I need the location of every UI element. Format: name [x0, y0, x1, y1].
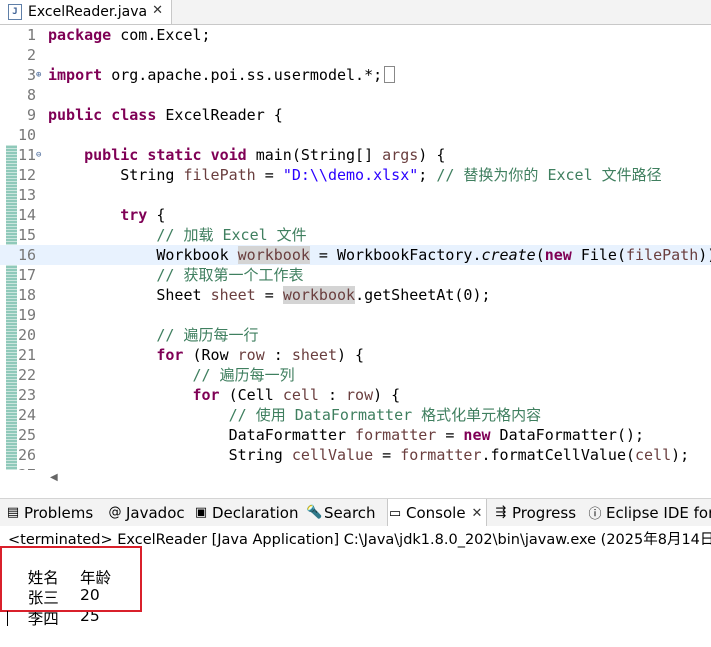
line-number: 16 [17, 246, 36, 264]
code-text: // 遍历每一列 [192, 366, 295, 384]
code-text: DataFormatter formatter = new DataFormat… [48, 426, 645, 444]
tab-eclipse-ide[interactable]: ⓘ Eclipse IDE for [588, 499, 711, 526]
line-number: 10 [17, 126, 36, 144]
tab-javadoc[interactable]: @ Javadoc [108, 499, 185, 526]
line-number: 20 [17, 326, 36, 344]
console-caret [7, 611, 8, 626]
close-icon[interactable]: ✕ [152, 3, 163, 18]
code-line[interactable]: 9 public class ExcelReader { [0, 105, 711, 125]
line-number: 2 [26, 46, 36, 64]
code-text: // 获取第一个工作表 [156, 266, 304, 284]
line-number: 15 [17, 226, 36, 244]
editor-horizontal-scrollbar[interactable]: ◀ [0, 470, 711, 487]
code-line[interactable]: 19 [0, 305, 711, 325]
output-highlight-box [0, 546, 142, 612]
code-text: Sheet sheet = workbook.getSheetAt(0); [48, 286, 491, 304]
tab-label: Javadoc [126, 503, 185, 522]
tab-label: Eclipse IDE for [606, 503, 711, 522]
search-icon: 🔦 [306, 505, 323, 520]
code-line[interactable]: 12 String filePath = "D:\\demo.xlsx"; //… [0, 165, 711, 185]
views-tab-bar: ▤ Problems @ Javadoc ▣ Declaration 🔦 Search ▭ Con… [0, 498, 711, 527]
tab-search[interactable]: 🔦 Search [306, 499, 376, 526]
line-number: 18 [17, 286, 36, 304]
line-number: 21 [17, 346, 36, 364]
code-text: String filePath = "D:\\demo.xlsx"; // 替换… [48, 166, 662, 184]
line-number: 25 [17, 426, 36, 444]
code-line[interactable]: 14 try { [0, 205, 711, 225]
javadoc-icon: @ [108, 505, 122, 520]
code-line[interactable]: 8 [0, 85, 711, 105]
output-cell: 李四 [27, 610, 59, 628]
code-text: package com.Excel; [48, 26, 211, 44]
scroll-left-arrow-icon[interactable]: ◀ [50, 472, 58, 483]
code-text: public static void main(String[] args) { [84, 146, 446, 164]
line-number: 8 [26, 86, 36, 104]
info-icon: ⓘ [588, 507, 602, 522]
tab-declaration[interactable]: ▣ Declaration [194, 499, 299, 526]
code-line[interactable]: 15 // 加载 Excel 文件 [0, 225, 711, 245]
close-icon[interactable]: ✕ [472, 506, 483, 521]
code-line[interactable]: 20 // 遍历每一行 [0, 325, 711, 345]
line-number: 13 [17, 186, 36, 204]
code-line[interactable]: 2 [0, 45, 711, 65]
editor-tab-excelreader[interactable]: J ExcelReader.java ✕ [0, 0, 172, 24]
code-text: import org.apache.poi.ss.usermodel.*; [48, 65, 396, 85]
code-text: for (Cell cell : row) { [192, 386, 401, 404]
code-line[interactable]: 3 ⊕ import org.apache.poi.ss.usermodel.*; [0, 65, 711, 85]
fold-collapse-icon[interactable]: ⊖ [36, 145, 46, 165]
line-number: 12 [17, 166, 36, 184]
tab-label: Problems [24, 503, 94, 522]
tab-problems[interactable]: ▤ Problems [6, 499, 93, 526]
code-text: public class ExcelReader { [48, 106, 283, 124]
line-number: 19 [17, 306, 36, 324]
line-number: 24 [17, 406, 36, 424]
line-number: 14 [17, 206, 36, 224]
declaration-icon: ▣ [194, 505, 208, 520]
tab-console[interactable]: ▭ Console ✕ [387, 499, 488, 527]
line-number: 11 [17, 146, 36, 164]
line-number: 9 [26, 106, 36, 124]
code-line[interactable]: 23 for (Cell cell : row) { [0, 385, 711, 405]
code-line[interactable]: 22 // 遍历每一列 [0, 365, 711, 385]
tab-label: Progress [512, 503, 577, 522]
line-number: 3 [26, 66, 36, 84]
code-line[interactable]: 26 String cellValue = formatter.formatCe… [0, 445, 711, 465]
code-text: // 使用 DataFormatter 格式化单元格内容 [228, 406, 542, 424]
tab-label: Declaration [212, 503, 299, 522]
code-text: String cellValue = formatter.formatCellV… [48, 446, 690, 464]
code-line[interactable]: 11 ⊖ public static void main(String[] arg… [0, 145, 711, 165]
line-number: 22 [17, 366, 36, 384]
code-line[interactable]: 17 // 获取第一个工作表 [0, 265, 711, 285]
java-file-icon: J [8, 4, 22, 20]
code-line[interactable]: 16 Workbook workbook = WorkbookFactory.c… [0, 245, 711, 265]
code-text: try { [120, 206, 166, 224]
fold-expand-icon[interactable]: ⊕ [36, 65, 46, 85]
code-text: // 遍历每一行 [156, 326, 259, 344]
line-number: 1 [26, 26, 36, 44]
tab-label: Search [324, 503, 376, 522]
code-line[interactable]: 13 [0, 185, 711, 205]
code-line[interactable]: 24 // 使用 DataFormatter 格式化单元格内容 [0, 405, 711, 425]
code-editor[interactable]: 1 package com.Excel; 2 3 ⊕ import org.apache.… [0, 25, 711, 470]
code-line[interactable]: 10 [0, 125, 711, 145]
progress-icon: ⇶ [495, 505, 507, 520]
code-text: // 加载 Excel 文件 [156, 226, 307, 244]
line-number: 17 [17, 266, 36, 284]
tab-progress[interactable]: ⇶ Progress [494, 499, 576, 526]
editor-tab-bar: J ExcelReader.java ✕ [0, 0, 711, 25]
code-text: Workbook workbook = WorkbookFactory.crea… [48, 246, 711, 264]
problems-icon: ▤ [6, 505, 20, 520]
code-line[interactable]: 1 package com.Excel; [0, 25, 711, 45]
line-number: 23 [17, 386, 36, 404]
console-icon: ▭ [388, 505, 402, 521]
tab-label: Console [406, 504, 466, 522]
line-number: 26 [17, 446, 36, 464]
editor-tab-title: ExcelReader.java [28, 4, 148, 20]
code-line[interactable]: 21 for (Row row : sheet) { [0, 345, 711, 365]
code-line[interactable]: 18 Sheet sheet = workbook.getSheetAt(0); [0, 285, 711, 305]
code-text: for (Row row : sheet) { [156, 346, 365, 364]
code-line[interactable]: 25 DataFormatter formatter = new DataFor… [0, 425, 711, 445]
